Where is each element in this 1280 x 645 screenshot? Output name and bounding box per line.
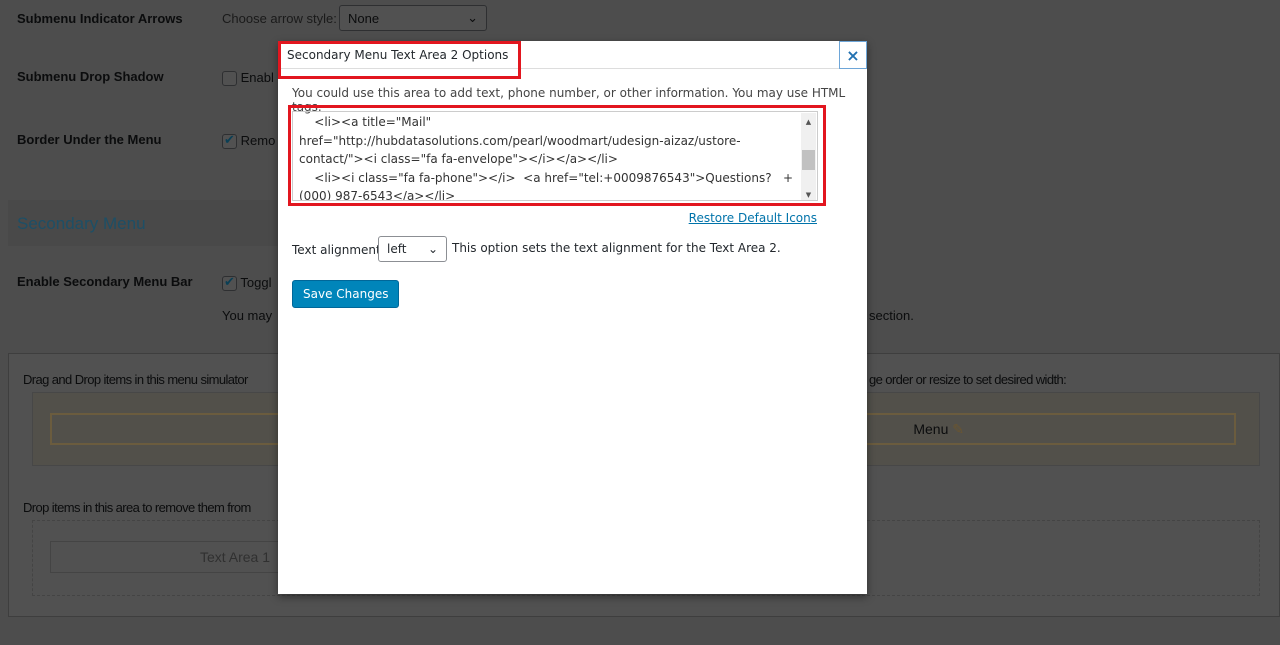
checkbox-label: Remo bbox=[240, 133, 276, 148]
row-label: Border Under the Menu bbox=[17, 132, 162, 147]
remove-instructions: Drop items in this area to remove them f… bbox=[23, 500, 251, 515]
arrow-style-label: Choose arrow style: bbox=[222, 11, 337, 26]
note-text: You may bbox=[222, 308, 273, 323]
item-label: Text Area 1 bbox=[199, 549, 270, 565]
drop-shadow-checkbox[interactable]: Enabl bbox=[222, 70, 274, 87]
arrow-style-select[interactable]: None ⌄ bbox=[339, 5, 487, 31]
pencil-icon[interactable]: ✎ bbox=[952, 421, 964, 438]
enable-secondary-checkbox[interactable]: Toggl bbox=[222, 274, 272, 292]
menu-item-label: Menu bbox=[913, 421, 949, 437]
border-checkbox[interactable]: Remo bbox=[222, 132, 276, 150]
scroll-thumb[interactable] bbox=[802, 149, 815, 170]
modal-header: Secondary Menu Text Area 2 Options bbox=[278, 41, 867, 69]
row-label: Submenu Drop Shadow bbox=[17, 69, 164, 84]
simulator-instructions: Drag and Drop items in this menu simulat… bbox=[23, 372, 248, 387]
close-button[interactable]: × bbox=[839, 41, 867, 69]
row-label: Enable Secondary Menu Bar bbox=[17, 274, 193, 289]
scroll-up-icon[interactable]: ▲ bbox=[801, 113, 816, 132]
restore-default-icons-link[interactable]: Restore Default Icons bbox=[689, 211, 817, 225]
select-value: left bbox=[387, 242, 407, 256]
scrollbar[interactable]: ▲ ▼ bbox=[801, 113, 816, 201]
alignment-note: This option sets the text alignment for … bbox=[452, 241, 781, 255]
checkbox-label: Toggl bbox=[240, 275, 272, 290]
select-value: None bbox=[348, 10, 380, 26]
scroll-down-icon[interactable]: ▼ bbox=[801, 186, 816, 201]
text-area-1-item[interactable]: Text Area 1 bbox=[50, 541, 278, 573]
modal-title: Secondary Menu Text Area 2 Options bbox=[287, 48, 509, 62]
alignment-label: Text alignment: bbox=[292, 243, 385, 257]
save-changes-button[interactable]: Save Changes bbox=[292, 280, 400, 308]
simulator-instructions: ge order or resize to set desired width: bbox=[869, 372, 1067, 387]
chevron-down-icon: ⌄ bbox=[467, 10, 478, 25]
text-area-2-textarea[interactable]: <li><a title="Mail" href="http://hubdata… bbox=[292, 111, 818, 201]
close-icon: × bbox=[846, 45, 860, 65]
checkbox-label: Enabl bbox=[240, 70, 274, 85]
alignment-select[interactable]: left ⌄ bbox=[378, 236, 447, 262]
textarea-content: <li><a title="Mail" href="http://hubdata… bbox=[299, 115, 794, 201]
row-label: Submenu Indicator Arrows bbox=[17, 11, 183, 26]
section-title: Secondary Menu bbox=[17, 214, 146, 233]
options-modal: Secondary Menu Text Area 2 Options × You… bbox=[278, 41, 867, 594]
chevron-down-icon: ⌄ bbox=[427, 242, 438, 256]
modal-description: You could use this area to add text, pho… bbox=[292, 86, 846, 114]
note-text: section. bbox=[869, 308, 914, 323]
